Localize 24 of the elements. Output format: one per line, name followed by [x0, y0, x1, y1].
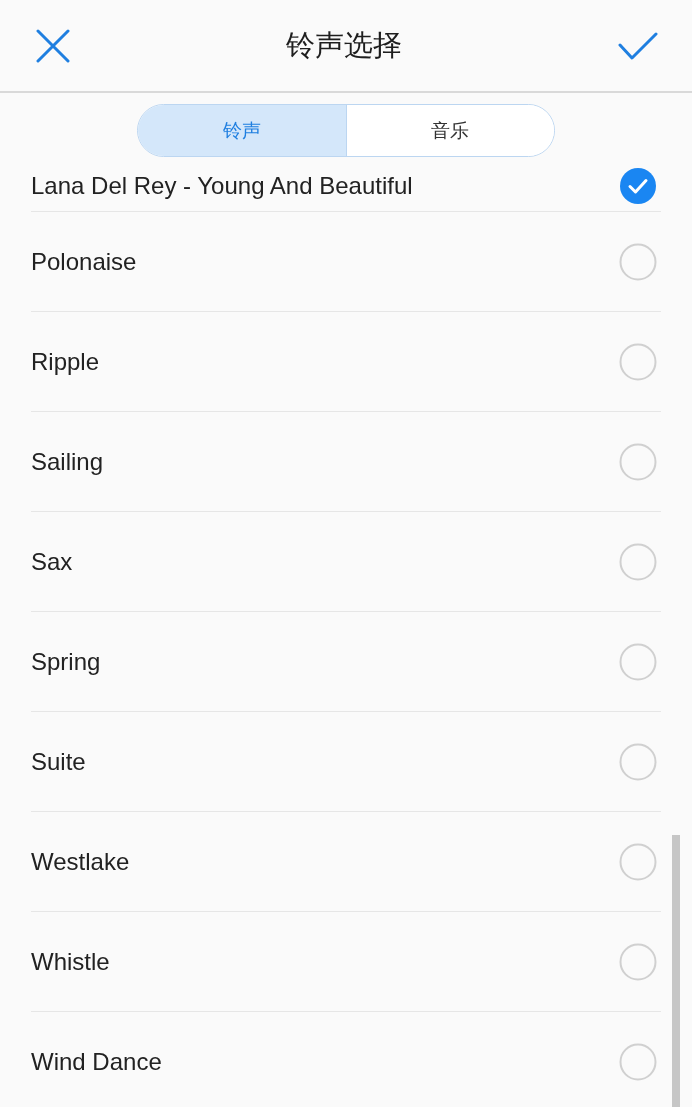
ringtone-name: Westlake: [31, 847, 130, 876]
ringtone-name: Sax: [31, 547, 73, 576]
close-icon[interactable]: [36, 28, 70, 63]
radio-button[interactable]: [619, 942, 657, 981]
radio-button[interactable]: [619, 542, 657, 581]
tab[interactable]: 音乐: [345, 105, 554, 156]
radio-button[interactable]: [619, 742, 657, 781]
ringtone-name: Ripple: [31, 347, 100, 376]
ringtone-name: Spring: [31, 647, 101, 676]
ringtone-name: Polonaise: [31, 247, 137, 276]
radio-button[interactable]: [619, 167, 657, 205]
radio-button[interactable]: [619, 1042, 657, 1081]
ringtone-name: Whistle: [31, 947, 110, 976]
radio-button[interactable]: [619, 342, 657, 381]
checkmark-icon[interactable]: [618, 31, 658, 60]
ringtone-name: Suite: [31, 747, 86, 776]
page-title: 铃声选择: [286, 27, 402, 63]
ringtone-name: Lana Del Rey - Young And Beautiful: [31, 172, 413, 200]
radio-button[interactable]: [619, 842, 657, 881]
ringtone-name: Wind Dance: [31, 1047, 162, 1076]
ringtone-name: Sailing: [31, 447, 104, 476]
radio-button[interactable]: [619, 442, 657, 481]
radio-button[interactable]: [619, 242, 657, 281]
radio-button[interactable]: [619, 642, 657, 681]
